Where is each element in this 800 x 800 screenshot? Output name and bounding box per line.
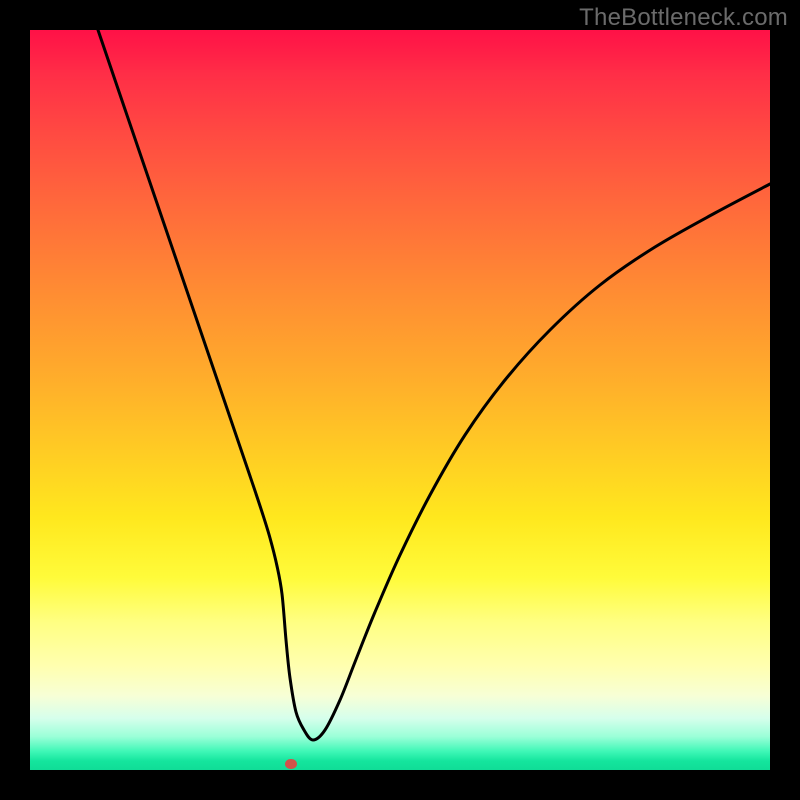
- plot-area: [30, 30, 770, 770]
- optimal-point-marker: [285, 759, 297, 769]
- bottleneck-curve: [30, 30, 770, 770]
- chart-frame: TheBottleneck.com: [0, 0, 800, 800]
- watermark-text: TheBottleneck.com: [579, 4, 788, 32]
